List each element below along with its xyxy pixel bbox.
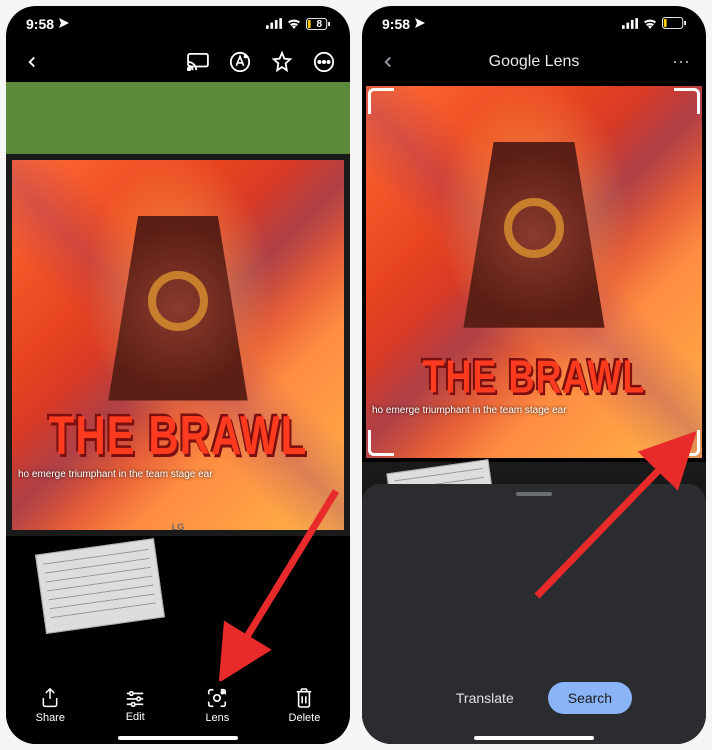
photos-bottom-toolbar: Share Edit Lens Delete [6, 676, 350, 744]
monitor-frame: THE BRAWL ho emerge triumphant in the te… [6, 154, 350, 536]
lens-viewport: THE BRAWL ho emerge triumphant in the te… [362, 82, 706, 744]
more-button[interactable]: ⋯ [672, 52, 692, 73]
cast-icon[interactable] [186, 50, 210, 74]
lens-image-area[interactable]: THE BRAWL ho emerge triumphant in the te… [362, 82, 706, 462]
lens-title: Google Lens [489, 53, 580, 71]
status-time: 9:58 [382, 16, 410, 32]
paper-notebook [35, 538, 165, 634]
wifi-icon [642, 16, 658, 32]
battery-percent: 8 [316, 19, 322, 30]
lens-mode-row: Translate Search [362, 682, 706, 714]
status-bar: 9:58 8 [6, 6, 350, 42]
location-icon [58, 16, 70, 32]
artwork-subtitle: ho emerge triumphant in the team stage e… [18, 469, 213, 480]
edit-label: Edit [126, 711, 145, 723]
artwork-title: THE BRAWL [366, 350, 702, 405]
crop-corner-tl[interactable] [368, 88, 394, 114]
green-wall [6, 82, 350, 154]
home-indicator[interactable] [118, 736, 238, 740]
artwork-subtitle: ho emerge triumphant in the team stage e… [372, 405, 567, 416]
home-indicator[interactable] [474, 736, 594, 740]
share-button[interactable]: Share [36, 687, 65, 724]
artwork-image: THE BRAWL ho emerge triumphant in the te… [12, 160, 344, 530]
translate-pill[interactable]: Translate [436, 682, 534, 714]
lens-header: Google Lens ⋯ [362, 42, 706, 82]
wifi-icon [286, 16, 302, 32]
artwork-image: THE BRAWL ho emerge triumphant in the te… [366, 86, 702, 458]
monitor-brand-label: LG [172, 522, 185, 532]
crop-corner-tr[interactable] [674, 88, 700, 114]
sheet-grabber[interactable] [516, 492, 552, 496]
cellular-icon [622, 16, 638, 32]
search-pill[interactable]: Search [548, 682, 632, 714]
photos-nav-bar [6, 42, 350, 82]
photos-viewer-screen: 9:58 8 [6, 6, 350, 744]
status-time: 9:58 [26, 16, 54, 32]
lens-brand-label: Google [489, 53, 541, 70]
favorite-icon[interactable] [270, 50, 294, 74]
delete-button[interactable]: Delete [289, 687, 321, 724]
photo-viewport[interactable]: THE BRAWL ho emerge triumphant in the te… [6, 82, 350, 676]
crop-corner-br[interactable] [674, 430, 700, 456]
delete-label: Delete [289, 712, 321, 724]
results-sheet[interactable]: Translate Search [362, 484, 706, 744]
crop-corner-bl[interactable] [368, 430, 394, 456]
back-button[interactable] [20, 50, 44, 74]
lens-button[interactable]: Lens [205, 687, 229, 724]
cellular-icon [266, 16, 282, 32]
lens-label: Lens [205, 712, 229, 724]
location-icon [414, 16, 426, 32]
more-icon[interactable] [312, 50, 336, 74]
lens-screen: 9:58 Google Lens ⋯ [362, 6, 706, 744]
edit-button[interactable]: Edit [124, 688, 146, 723]
share-label: Share [36, 712, 65, 724]
battery-icon [662, 16, 686, 32]
auto-enhance-icon[interactable] [228, 50, 252, 74]
back-button[interactable] [376, 50, 400, 74]
lens-app-label: Lens [545, 53, 580, 70]
artwork-title: THE BRAWL [12, 405, 344, 467]
status-bar: 9:58 [362, 6, 706, 42]
